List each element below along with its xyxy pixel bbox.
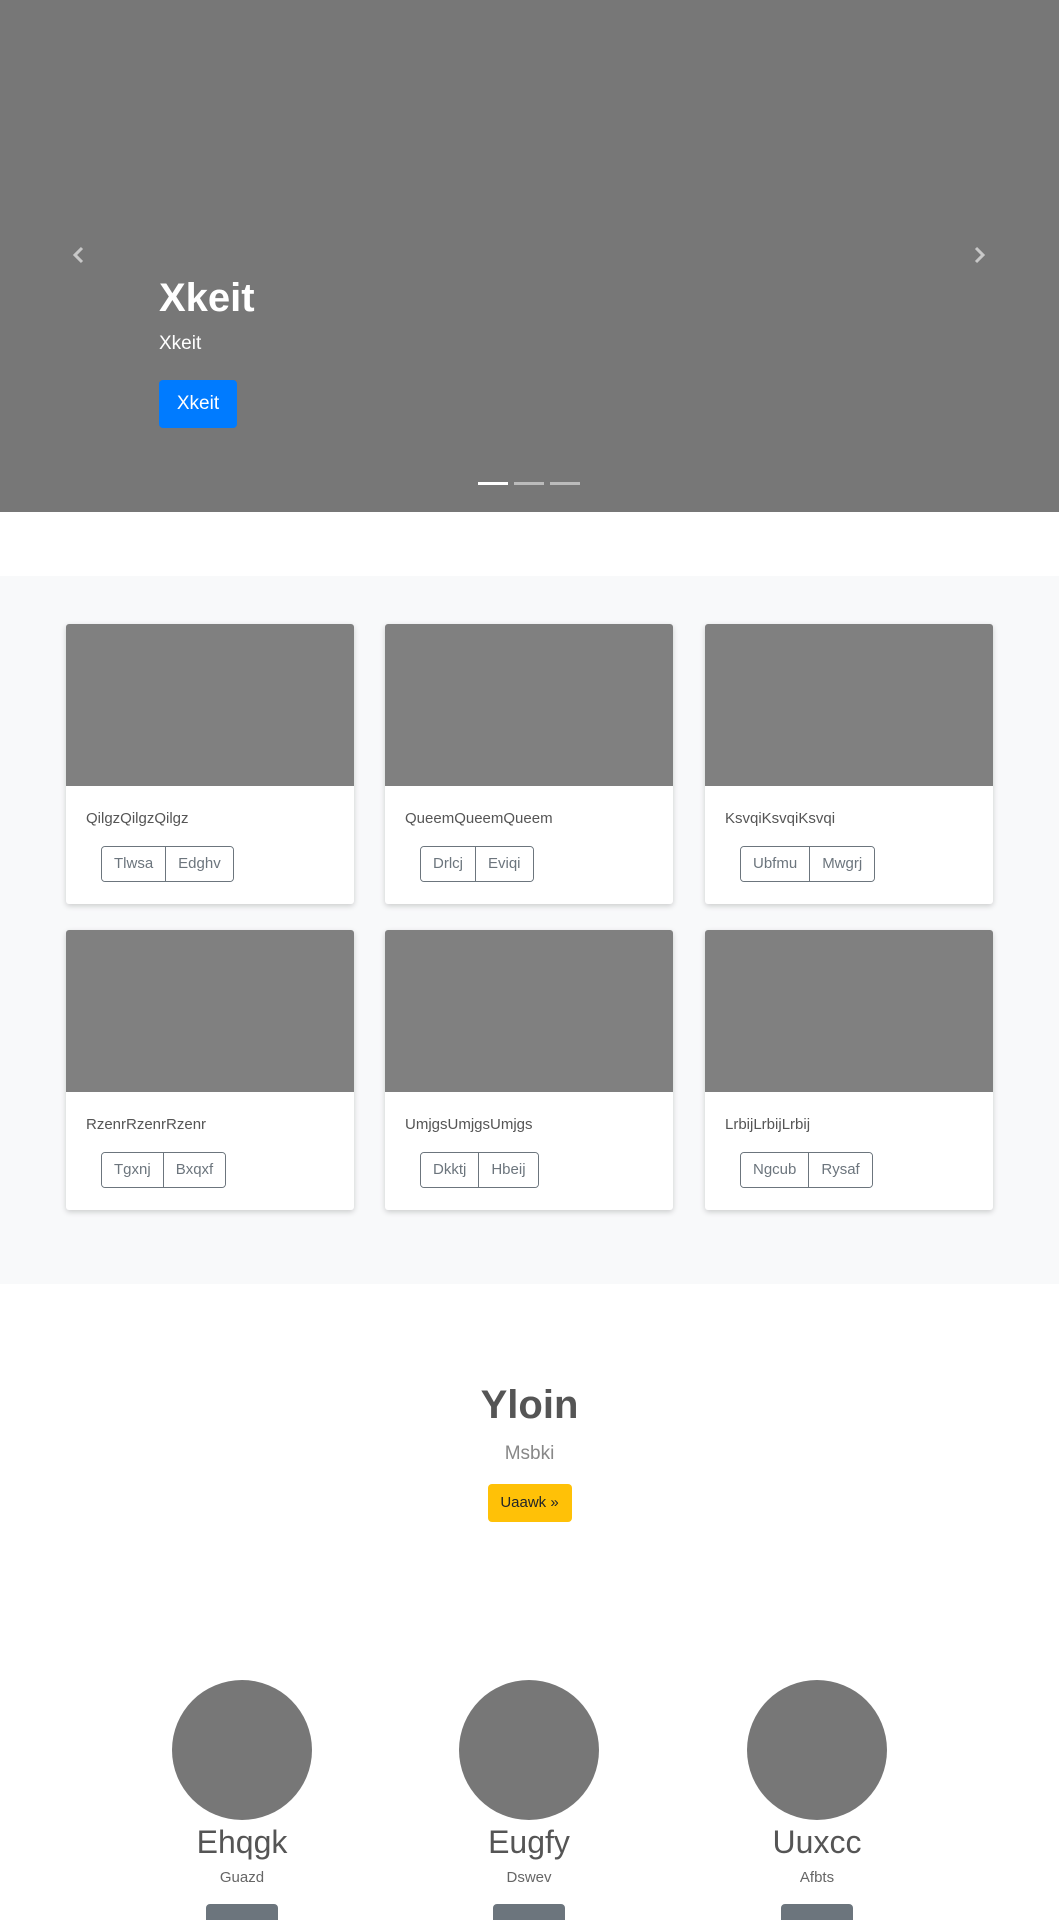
album-card: UmjgsUmjgsUmjgs Dkktj Hbeij bbox=[385, 930, 673, 1210]
member-button[interactable] bbox=[781, 1904, 853, 1920]
card-button[interactable]: Ngcub bbox=[741, 1153, 809, 1187]
card-thumbnail bbox=[385, 930, 673, 1092]
card-text: LrbijLrbijLrbij bbox=[725, 1116, 811, 1133]
member-role: Guazd bbox=[219, 1869, 265, 1886]
album-card: LrbijLrbijLrbij Ngcub Rysaf bbox=[705, 930, 993, 1210]
carousel-next-button[interactable] bbox=[964, 240, 994, 270]
member-button[interactable] bbox=[493, 1904, 565, 1920]
album-card: RzenrRzenrRzenr Tgxnj Bxqxf bbox=[66, 930, 354, 1210]
jumbotron: Yloin Msbki Uaawk » bbox=[0, 1380, 1059, 1522]
card-text: QueemQueemQueem bbox=[405, 810, 553, 827]
carousel-indicators bbox=[478, 482, 580, 485]
team-member: Eugfy Dswev bbox=[429, 1680, 629, 1920]
card-thumbnail bbox=[66, 624, 354, 786]
card-button-group: Tlwsa Edghv bbox=[101, 846, 234, 882]
card-button-group: Drlcj Eviqi bbox=[420, 846, 534, 882]
team-member: Uuxcc Afbts bbox=[717, 1680, 917, 1920]
member-name: Eugfy bbox=[488, 1824, 570, 1860]
card-button[interactable]: Edghv bbox=[165, 847, 233, 881]
carousel-caption: Xkeit Xkeit Xkeit bbox=[159, 272, 255, 428]
card-button[interactable]: Drlcj bbox=[421, 847, 475, 881]
carousel-cta-button[interactable]: Xkeit bbox=[159, 380, 237, 428]
chevron-left-icon bbox=[72, 246, 84, 264]
card-button[interactable]: Tlwsa bbox=[102, 847, 166, 881]
card-thumbnail bbox=[705, 930, 993, 1092]
carousel-indicator[interactable] bbox=[514, 482, 544, 485]
card-button-group: Ngcub Rysaf bbox=[740, 1152, 873, 1188]
card-button[interactable]: Ubfmu bbox=[741, 847, 810, 881]
team-member: Ehqgk Guazd bbox=[142, 1680, 342, 1920]
card-button[interactable]: Rysaf bbox=[808, 1153, 872, 1187]
card-text: RzenrRzenrRzenr bbox=[86, 1116, 207, 1133]
jumbotron-title: Yloin bbox=[480, 1383, 579, 1427]
member-role: Dswev bbox=[506, 1869, 552, 1886]
card-thumbnail bbox=[66, 930, 354, 1092]
chevron-right-icon bbox=[974, 246, 986, 264]
album-card: QueemQueemQueem Drlcj Eviqi bbox=[385, 624, 673, 904]
avatar bbox=[459, 1680, 599, 1820]
card-thumbnail bbox=[385, 624, 673, 786]
jumbotron-subtitle: Msbki bbox=[504, 1443, 555, 1464]
card-button[interactable]: Mwgrj bbox=[809, 847, 875, 881]
carousel-indicator[interactable] bbox=[550, 482, 580, 485]
hero-carousel: Xkeit Xkeit Xkeit bbox=[0, 0, 1059, 512]
member-name: Uuxcc bbox=[772, 1824, 862, 1860]
card-button-group: Dkktj Hbeij bbox=[420, 1152, 539, 1188]
carousel-title: Xkeit bbox=[159, 276, 255, 320]
card-button-group: Ubfmu Mwgrj bbox=[740, 846, 876, 882]
member-button[interactable] bbox=[206, 1904, 278, 1920]
card-text: KsvqiKsvqiKsvqi bbox=[725, 810, 836, 827]
card-button[interactable]: Dkktj bbox=[421, 1153, 479, 1187]
card-button[interactable]: Tgxnj bbox=[102, 1153, 163, 1187]
member-role: Afbts bbox=[799, 1869, 835, 1886]
card-button[interactable]: Hbeij bbox=[478, 1153, 538, 1187]
member-name: Ehqgk bbox=[196, 1824, 288, 1860]
album-card: QilgzQilgzQilgz Tlwsa Edghv bbox=[66, 624, 354, 904]
jumbotron-cta-button[interactable]: Uaawk » bbox=[487, 1484, 572, 1522]
card-text: UmjgsUmjgsUmjgs bbox=[405, 1116, 533, 1133]
album-card: KsvqiKsvqiKsvqi Ubfmu Mwgrj bbox=[705, 624, 993, 904]
carousel-indicator[interactable] bbox=[478, 482, 508, 485]
card-button[interactable]: Eviqi bbox=[475, 847, 533, 881]
avatar bbox=[747, 1680, 887, 1820]
card-thumbnail bbox=[705, 624, 993, 786]
carousel-prev-button[interactable] bbox=[64, 240, 94, 270]
card-text: QilgzQilgzQilgz bbox=[86, 810, 189, 827]
carousel-subtitle: Xkeit bbox=[159, 333, 202, 354]
album-section: QilgzQilgzQilgz Tlwsa Edghv QueemQueemQu… bbox=[0, 576, 1059, 1284]
card-button-group: Tgxnj Bxqxf bbox=[101, 1152, 227, 1188]
avatar bbox=[172, 1680, 312, 1820]
card-button[interactable]: Bxqxf bbox=[162, 1153, 226, 1187]
